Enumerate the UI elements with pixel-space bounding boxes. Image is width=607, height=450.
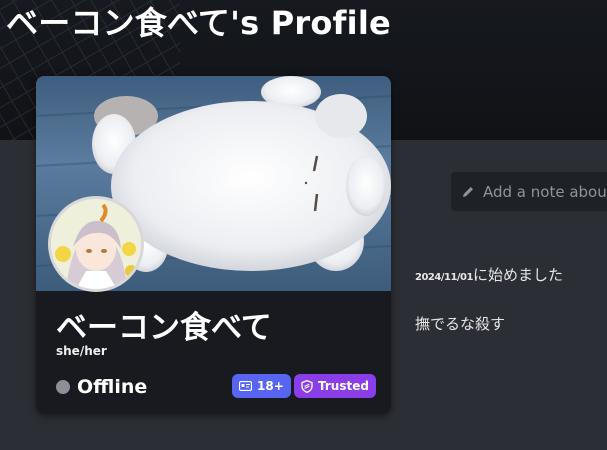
bio-line-1-text: に始めました: [472, 266, 563, 284]
avatar[interactable]: [48, 196, 144, 292]
shield-icon: [301, 379, 313, 393]
display-name: ベーコン食べて: [56, 310, 272, 346]
id-card-icon: [239, 381, 252, 391]
trusted-badge-label: Trusted: [318, 379, 369, 393]
note-placeholder: Add a note about: [483, 182, 607, 201]
profile-card: ベーコン食べて she/her Offline 18+ Trusted: [36, 76, 391, 414]
status-text: Offline: [77, 376, 148, 398]
bio-line-1: 2024/11/01に始めました: [415, 264, 563, 285]
trusted-badge[interactable]: Trusted: [294, 374, 376, 398]
bio-line-2: 撫でるな殺す: [415, 315, 506, 333]
status-dot: [56, 380, 70, 394]
pronouns: she/her: [56, 344, 107, 358]
bio-date: 2024/11/01: [415, 272, 473, 283]
status-indicator: Offline: [56, 376, 147, 398]
age-badge-label: 18+: [257, 379, 284, 393]
age-badge[interactable]: 18+: [232, 374, 291, 398]
note-input[interactable]: Add a note about: [451, 172, 607, 211]
page-title: ベーコン食べて's Profile: [6, 4, 391, 42]
pencil-icon: [463, 186, 473, 197]
anime-avatar-icon: [51, 199, 141, 289]
